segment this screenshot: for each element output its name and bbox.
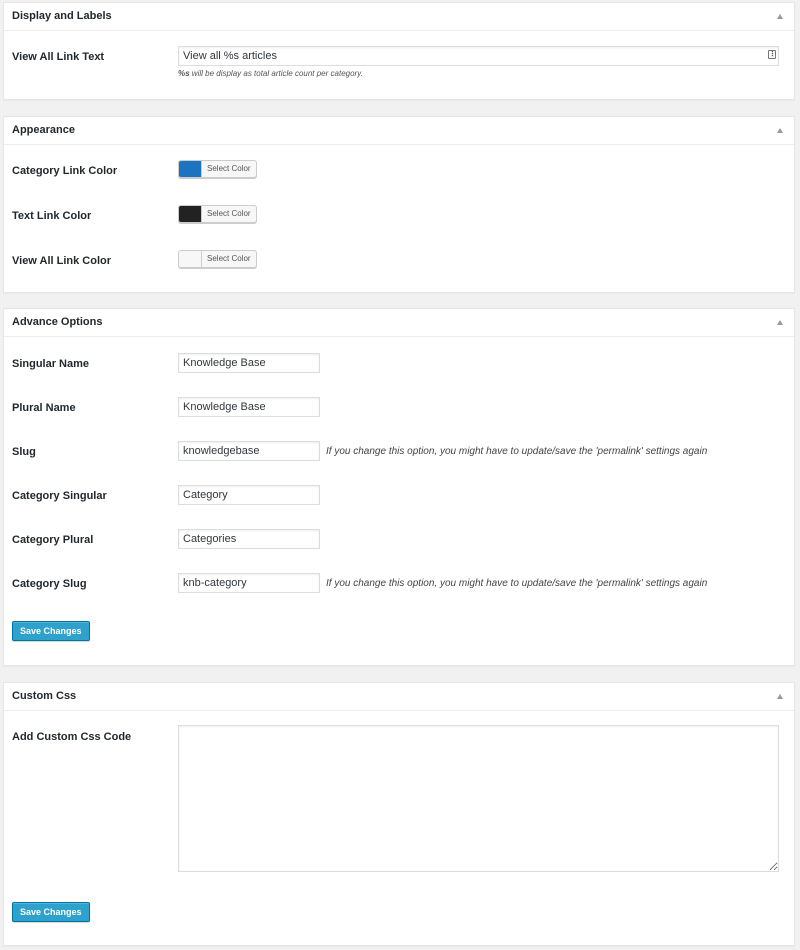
singular-name-input[interactable] bbox=[178, 353, 320, 373]
panel-title: Display and Labels bbox=[12, 10, 112, 22]
appearance-panel: Appearance Category Link Color Select Co… bbox=[3, 116, 795, 293]
category-link-color-picker[interactable]: Select Color bbox=[178, 160, 257, 178]
text-link-color-picker[interactable]: Select Color bbox=[178, 205, 257, 223]
select-color-label: Select Color bbox=[207, 254, 251, 263]
select-color-label: Select Color bbox=[207, 209, 251, 218]
slug-permalink-note: If you change this option, you might hav… bbox=[326, 446, 708, 457]
plural-name-label: Plural Name bbox=[12, 402, 76, 414]
plural-name-input[interactable] bbox=[178, 397, 320, 417]
panel-title: Custom Css bbox=[12, 690, 77, 702]
view-all-help-text: %s will be display as total article coun… bbox=[178, 69, 363, 78]
save-changes-button[interactable]: Save Changes bbox=[12, 902, 90, 922]
custom-css-panel: Custom Css Add Custom Css Code Save Chan… bbox=[3, 682, 795, 946]
collapse-arrow-icon[interactable] bbox=[777, 14, 783, 19]
view-all-link-text-label: View All Link Text bbox=[12, 51, 105, 63]
custom-css-textarea[interactable] bbox=[178, 725, 779, 872]
advance-options-panel: Advance Options Singular Name Plural Nam… bbox=[3, 308, 795, 666]
collapse-arrow-icon[interactable] bbox=[777, 320, 783, 325]
field-options-icon[interactable]: ⋮ bbox=[768, 50, 776, 59]
color-swatch bbox=[179, 161, 202, 177]
singular-name-label: Singular Name bbox=[12, 358, 90, 370]
category-slug-input[interactable] bbox=[178, 573, 320, 593]
category-singular-label: Category Singular bbox=[12, 490, 107, 502]
view-all-link-text-wrapper: ⋮ bbox=[178, 46, 779, 66]
category-slug-permalink-note: If you change this option, you might hav… bbox=[326, 578, 708, 589]
display-labels-panel: Display and Labels View All Link Text ⋮ … bbox=[3, 2, 795, 100]
select-color-label: Select Color bbox=[207, 164, 251, 173]
help-description: will be display as total article count p… bbox=[189, 69, 363, 78]
save-changes-button[interactable]: Save Changes bbox=[12, 621, 90, 641]
color-swatch bbox=[179, 206, 202, 222]
panel-header[interactable]: Custom Css bbox=[4, 683, 794, 711]
help-token: %s bbox=[178, 69, 190, 78]
slug-input[interactable] bbox=[178, 441, 320, 461]
panel-header[interactable]: Display and Labels bbox=[4, 3, 794, 31]
view-all-link-color-label: View All Link Color bbox=[12, 255, 112, 267]
text-link-color-label: Text Link Color bbox=[12, 210, 92, 222]
collapse-arrow-icon[interactable] bbox=[777, 128, 783, 133]
panel-header[interactable]: Appearance bbox=[4, 117, 794, 145]
category-slug-label: Category Slug bbox=[12, 578, 87, 590]
view-all-link-color-picker[interactable]: Select Color bbox=[178, 250, 257, 268]
slug-label: Slug bbox=[12, 446, 36, 458]
collapse-arrow-icon[interactable] bbox=[777, 694, 783, 699]
category-plural-label: Category Plural bbox=[12, 534, 94, 546]
category-link-color-label: Category Link Color bbox=[12, 165, 118, 177]
view-all-link-text-input[interactable] bbox=[178, 46, 779, 66]
custom-css-label: Add Custom Css Code bbox=[12, 731, 132, 743]
color-swatch bbox=[179, 251, 202, 267]
panel-title: Appearance bbox=[12, 124, 75, 136]
panel-title: Advance Options bbox=[12, 316, 103, 328]
panel-header[interactable]: Advance Options bbox=[4, 309, 794, 337]
category-singular-input[interactable] bbox=[178, 485, 320, 505]
category-plural-input[interactable] bbox=[178, 529, 320, 549]
